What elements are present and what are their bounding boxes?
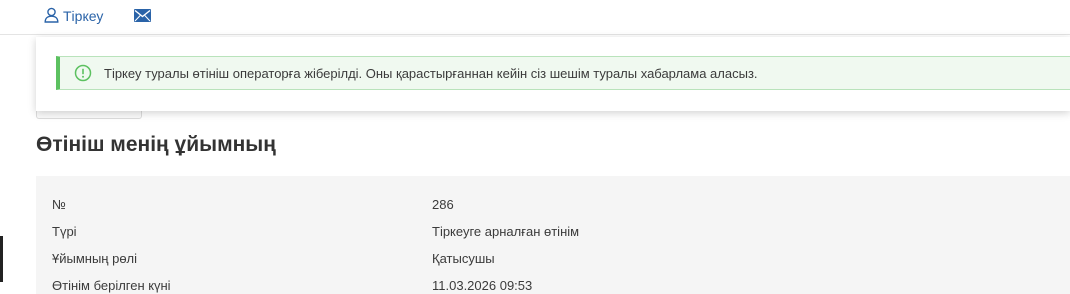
left-edge-bar bbox=[0, 236, 3, 282]
info-circle-icon bbox=[74, 64, 92, 82]
detail-value: Тіркеуге арналған өтінім bbox=[432, 224, 580, 239]
detail-value: 11.03.2026 09:53 bbox=[432, 278, 533, 293]
detail-label: № bbox=[52, 197, 66, 212]
register-link[interactable]: Тіркеу bbox=[44, 6, 103, 26]
detail-row-number: № 286 bbox=[36, 192, 1070, 218]
application-details: № 286 Түрі Тіркеуге арналған өтінім Ұйым… bbox=[36, 176, 1070, 294]
detail-row-role: Ұйымның рөлі Қатысушы bbox=[36, 246, 1070, 272]
detail-row-date: Өтінім берілген күні 11.03.2026 09:53 bbox=[36, 273, 1070, 294]
detail-label: Ұйымның рөлі bbox=[52, 251, 138, 266]
envelope-icon[interactable] bbox=[134, 5, 151, 25]
success-alert: Тіркеу туралы өтініш операторға жіберілд… bbox=[56, 56, 1070, 90]
detail-label: Өтінім берілген күні bbox=[52, 278, 171, 293]
detail-row-type: Түрі Тіркеуге арналған өтінім bbox=[36, 219, 1070, 245]
detail-value: 286 bbox=[432, 197, 454, 212]
register-link-label: Тіркеу bbox=[63, 8, 104, 24]
alert-message: Тіркеу туралы өтініш операторға жіберілд… bbox=[104, 65, 758, 81]
detail-value: Қатысушы bbox=[432, 251, 495, 266]
detail-label: Түрі bbox=[52, 224, 77, 239]
top-navigation: Тіркеу bbox=[0, 0, 1070, 35]
notification-panel: Тіркеу туралы өтініш операторға жіберілд… bbox=[36, 37, 1070, 111]
page-title: Өтініш менің ұйымның bbox=[36, 133, 276, 156]
user-icon bbox=[44, 7, 63, 26]
